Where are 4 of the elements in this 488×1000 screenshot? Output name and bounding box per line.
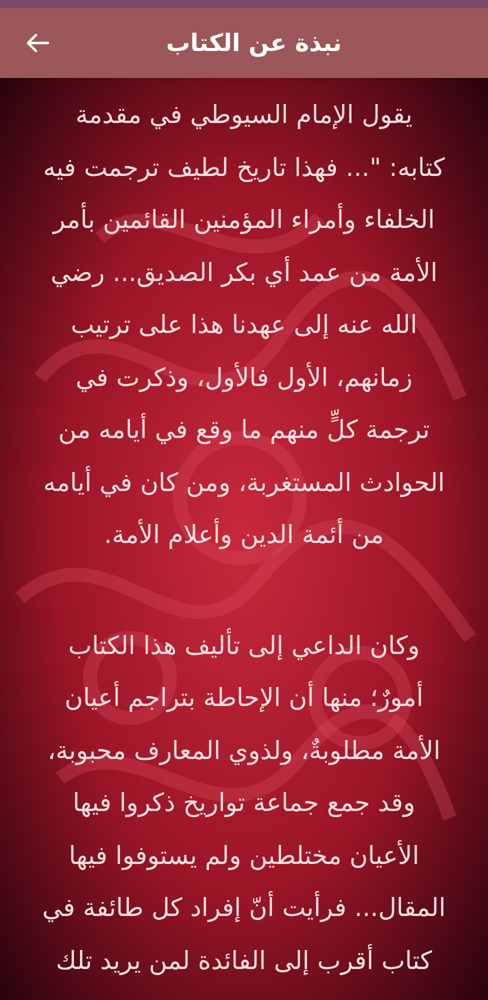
paragraph: وكان الداعي إلى تأليف هذا الكتاب أمورٌ؛ منها أن الإحاطة بتراجم أعيان الأمة مطلوبةٌ، ولذوي المعارف محبوبة، وقد جمع جماعة تواريخ ذكروا فيها الأعيان مختلطين ولم يستوفوا فيها المقال... فرأيت أنّ إفراد كل طائفة في كتاب أقرب إلى الفائدة لمن يريد تلك (42, 620, 446, 987)
page-title: نبذة عن الكتاب (165, 31, 342, 55)
back-arrow-icon (27, 34, 49, 52)
paragraph: يقول الإمام السيوطي في مقدمة كتابه: "... فهذا تاريخ لطيف ترجمت فيه الخلفاء وأمراء المؤمنين القائمين بأمر الأمة من عمد أي بكر الصديق... رضي الله عنه إلى عهدنا هذا على ترتيب زمانهم، الأول فالأول، وذكرت في ترجمة كلٍّ منهم ما وقع في أيامه من الحوادث المستغربة، ومن كان في أيامه من أئمة الدين وأعلام الأمة. (43, 99, 445, 552)
